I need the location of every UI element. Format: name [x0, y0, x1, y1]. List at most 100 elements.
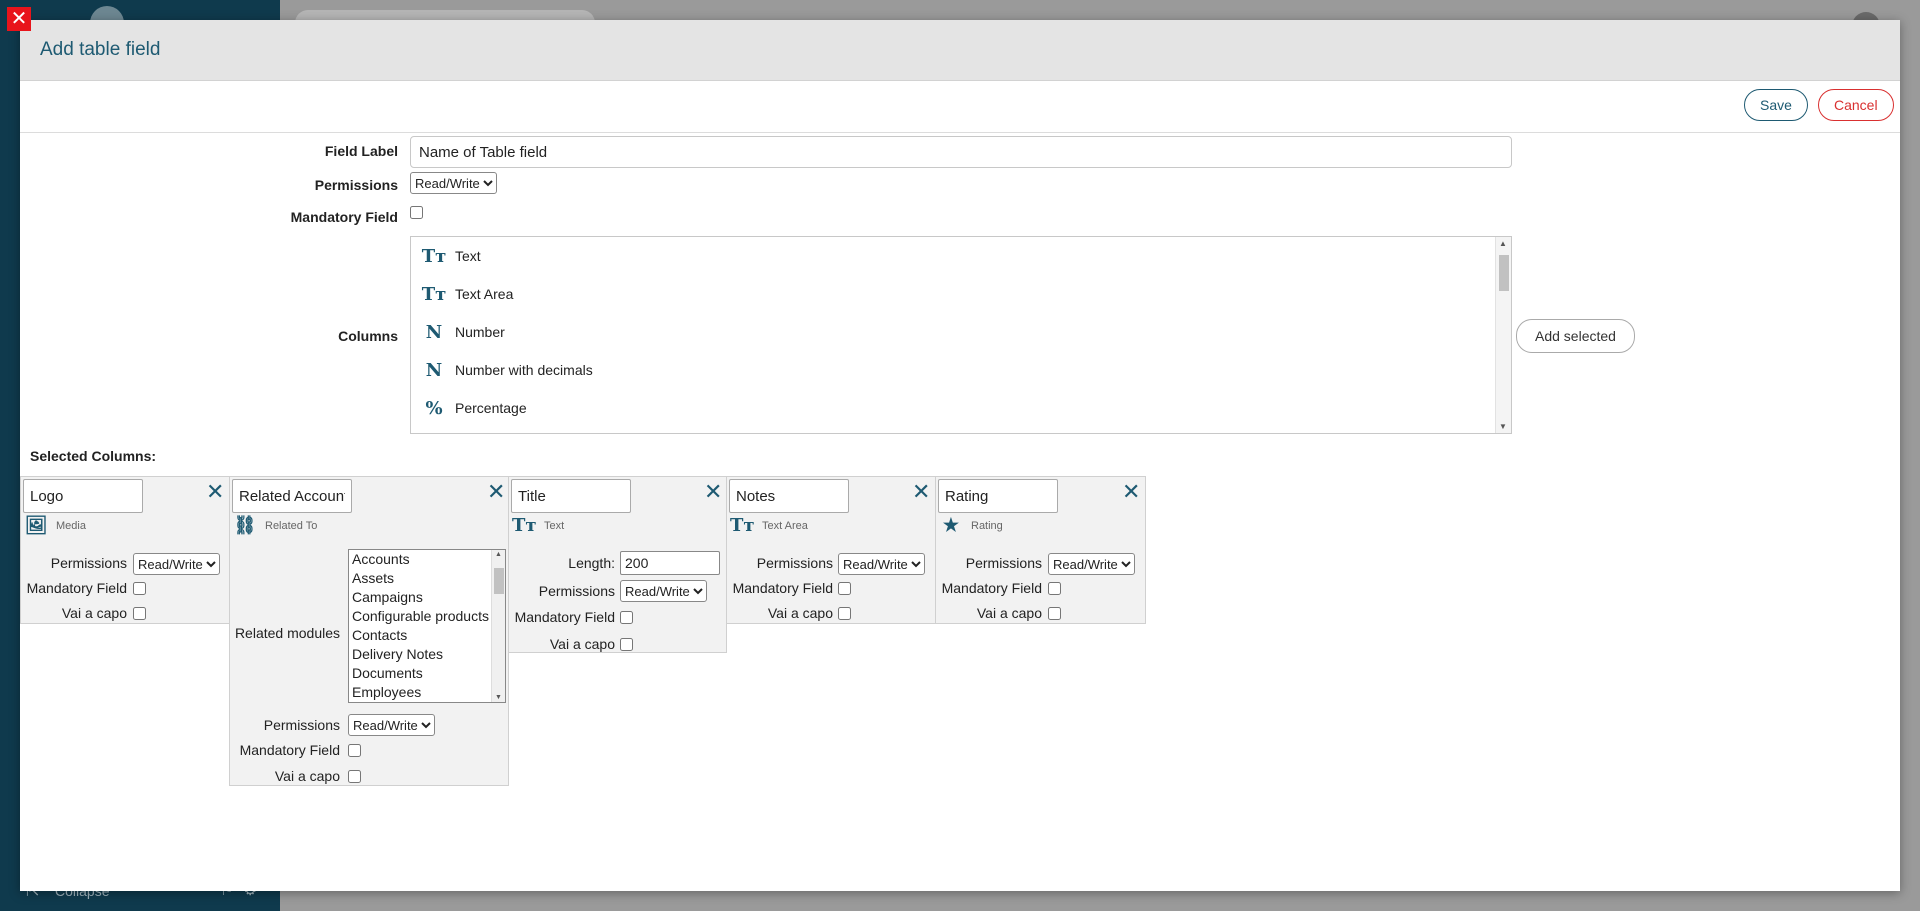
permissions-label: Permissions — [965, 555, 1042, 571]
text-icon: Tт — [512, 515, 537, 536]
list-item[interactable]: Employees — [349, 683, 505, 702]
newline-checkbox[interactable] — [620, 638, 633, 651]
column-option-label: Number with decimals — [455, 362, 593, 378]
remove-column-icon[interactable]: ✕ — [704, 481, 722, 503]
add-table-field-modal: Add table field Save Cancel Field Label … — [20, 20, 1900, 891]
column-option-label: Text Area — [455, 286, 514, 302]
modal-header: Add table field — [20, 20, 1900, 81]
cancel-button[interactable]: Cancel — [1818, 89, 1894, 121]
scroll-down-icon[interactable]: ▼ — [1499, 422, 1507, 431]
permissions-select[interactable]: Read/Write — [348, 714, 435, 736]
mandatory-field-checkbox[interactable] — [620, 611, 633, 624]
selected-columns-label: Selected Columns: — [30, 448, 157, 464]
newline-label: Vai a capo — [976, 605, 1042, 621]
mandatory-field-label: Mandatory Field — [26, 580, 127, 596]
close-modal-button[interactable]: ✕ — [7, 7, 31, 31]
permissions-label: Permissions — [314, 177, 398, 193]
column-option-text[interactable]: Tт Text — [411, 237, 1511, 275]
column-type-label: Text — [544, 519, 565, 532]
remove-column-icon[interactable]: ✕ — [487, 481, 505, 503]
permissions-label: Permissions — [538, 583, 615, 599]
text-area-icon: Tт — [730, 515, 755, 536]
media-icon: 🖼 — [24, 515, 48, 536]
mandatory-field-checkbox[interactable] — [133, 582, 146, 595]
related-modules-label: Related modules — [234, 625, 340, 641]
related-modules-list[interactable]: Accounts Assets Campaigns Configurable p… — [348, 549, 506, 703]
newline-label: Vai a capo — [274, 768, 340, 784]
permissions-select[interactable]: Read/Write — [1048, 553, 1135, 575]
newline-label: Vai a capo — [549, 636, 615, 652]
column-option-number-decimals[interactable]: N Number with decimals — [411, 351, 1511, 389]
column-option-label: Text — [455, 248, 481, 264]
permissions-select[interactable]: Read/Write — [620, 580, 707, 602]
number-decimals-icon: N — [425, 359, 443, 381]
newline-checkbox[interactable] — [1048, 607, 1061, 620]
mandatory-field-checkbox[interactable] — [838, 582, 851, 595]
list-item[interactable]: Documents — [349, 664, 505, 683]
selected-column-card-rating: ✕ ★ Rating Permissions Read/Write Mandat… — [935, 476, 1146, 624]
list-item[interactable]: Delivery Notes — [349, 645, 505, 664]
mandatory-field-label: Mandatory Field — [732, 580, 833, 596]
column-type-label: Rating — [971, 519, 1003, 532]
mandatory-field-label: Mandatory Field — [239, 742, 340, 758]
field-label-input[interactable] — [410, 136, 1512, 168]
selected-column-card-notes: ✕ Tт Text Area Permissions Read/Write Ma… — [726, 476, 936, 624]
column-option-percentage[interactable]: % Percentage — [411, 389, 1511, 427]
column-name-input[interactable] — [938, 479, 1058, 513]
mandatory-field-label: Mandatory Field — [941, 580, 1042, 596]
text-icon: Tт — [421, 245, 447, 267]
mandatory-field-checkbox[interactable] — [1048, 582, 1061, 595]
column-type-label: Related To — [265, 519, 318, 532]
scrollbar-thumb[interactable] — [494, 568, 504, 594]
column-option-label: Percentage — [455, 400, 527, 416]
star-icon: ★ — [942, 515, 960, 536]
scroll-up-icon[interactable]: ▲ — [1499, 239, 1507, 248]
add-selected-button[interactable]: Add selected — [1516, 319, 1635, 353]
mandatory-field-checkbox[interactable] — [410, 206, 423, 219]
column-name-input[interactable] — [232, 479, 352, 513]
length-label: Length: — [568, 555, 615, 571]
column-type-label: Text Area — [762, 519, 808, 532]
permissions-label: Permissions — [756, 555, 833, 571]
remove-column-icon[interactable]: ✕ — [912, 481, 930, 503]
columns-scrollbar[interactable]: ▲ ▼ — [1495, 237, 1511, 433]
mandatory-field-checkbox[interactable] — [348, 744, 361, 757]
mandatory-field-label: Mandatory Field — [514, 609, 615, 625]
column-option-text-area[interactable]: Tт Text Area — [411, 275, 1511, 313]
selected-column-card-title: ✕ Tт Text Length: Permissions Read/Write… — [508, 476, 727, 653]
columns-list[interactable]: Tт Text Tт Text Area N Number N Number w… — [410, 236, 1512, 434]
permissions-label: Permissions — [263, 717, 340, 733]
remove-column-icon[interactable]: ✕ — [206, 481, 224, 503]
column-type: ★ Rating — [939, 515, 1003, 536]
save-button[interactable]: Save — [1744, 89, 1808, 121]
column-type: 🖼 Media — [24, 515, 86, 536]
permissions-label: Permissions — [50, 555, 127, 571]
list-item[interactable]: Contacts — [349, 626, 505, 645]
permissions-select[interactable]: Read/Write — [838, 553, 925, 575]
selected-column-card-related-account: ✕ ⛓ Related To Related modules Accounts … — [229, 476, 509, 786]
column-name-input[interactable] — [729, 479, 849, 513]
column-name-input[interactable] — [23, 479, 143, 513]
length-input[interactable] — [620, 551, 720, 575]
text-area-icon: Tт — [421, 283, 447, 305]
list-item[interactable]: Assets — [349, 569, 505, 588]
percentage-icon: % — [425, 397, 443, 419]
remove-column-icon[interactable]: ✕ — [1122, 481, 1140, 503]
modules-scrollbar[interactable]: ▲ ▼ — [491, 550, 505, 702]
scroll-up-icon[interactable]: ▲ — [495, 551, 502, 558]
newline-checkbox[interactable] — [133, 607, 146, 620]
scrollbar-thumb[interactable] — [1499, 255, 1509, 291]
column-name-input[interactable] — [511, 479, 631, 513]
column-option-number[interactable]: N Number — [411, 313, 1511, 351]
newline-checkbox[interactable] — [838, 607, 851, 620]
newline-checkbox[interactable] — [348, 770, 361, 783]
column-option-label: Number — [455, 324, 505, 340]
list-item[interactable]: Accounts — [349, 550, 505, 569]
scroll-down-icon[interactable]: ▼ — [495, 694, 502, 701]
number-icon: N — [425, 321, 443, 343]
list-item[interactable]: Campaigns — [349, 588, 505, 607]
column-type-label: Media — [56, 519, 86, 532]
permissions-select[interactable]: Read/Write — [133, 553, 220, 575]
permissions-select[interactable]: Read/Write — [410, 172, 497, 194]
list-item[interactable]: Configurable products — [349, 607, 505, 626]
